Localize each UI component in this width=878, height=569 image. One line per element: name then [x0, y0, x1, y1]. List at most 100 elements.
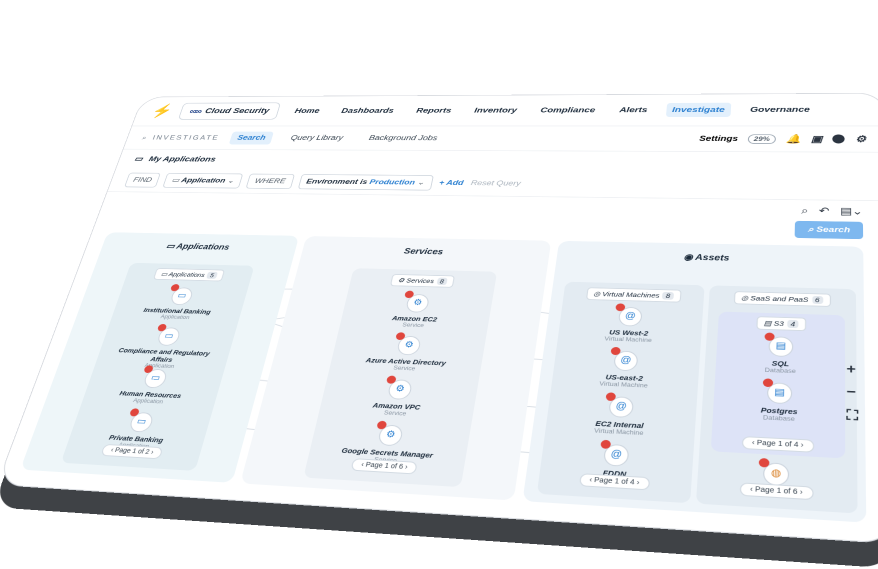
alert-badge [762, 378, 774, 388]
device-frame: ⚡ ∞∞ Cloud Security Home Dashboards Repo… [0, 93, 878, 544]
tab-query-library[interactable]: Query Library [282, 131, 351, 144]
nav-dashboards[interactable]: Dashboards [335, 104, 401, 118]
saas-paas-group: ◎ SaaS and PaaS 6 ▤ S3 4 ▤ SQL Database ▤ Pos… [695, 285, 858, 514]
nav-alerts[interactable]: Alerts [613, 103, 654, 117]
database-icon: ▤ [764, 332, 794, 358]
nav-reports[interactable]: Reports [410, 104, 458, 118]
s3-group: ▤ S3 4 ▤ SQL Database ▤ Postgres Database ‹ P… [710, 311, 846, 459]
settings-link[interactable]: Settings [699, 135, 738, 143]
alert-badge [610, 346, 621, 356]
applications-chip-count: 5 [206, 271, 218, 279]
alert-badge [615, 303, 626, 312]
zoom-in-button[interactable]: + [846, 361, 857, 376]
application-icon: ▭ [127, 408, 155, 433]
nav-compliance[interactable]: Compliance [534, 103, 602, 117]
alert-badge [143, 365, 154, 374]
reset-query-button[interactable]: Reset Query [470, 179, 521, 188]
entity-select[interactable]: ▭ Application ⌄ [162, 172, 244, 189]
vm-icon: @ [605, 392, 635, 419]
node-sql[interactable]: ▤ SQL Database [719, 332, 843, 377]
add-filter-button[interactable]: + Add [438, 179, 464, 187]
services-chip[interactable]: ⚙ Services 8 [389, 273, 455, 288]
vm-pager[interactable]: ‹ Page 1 of 4 › [578, 473, 651, 491]
node-human-resources[interactable]: ▭ Human Resources Application [96, 365, 210, 407]
vm-chip[interactable]: ◎ Virtual Machines 8 [585, 287, 682, 303]
main-nav: Home Dashboards Reports Inventory Compli… [288, 102, 816, 118]
s3-pager[interactable]: ‹ Page 1 of 4 › [741, 436, 815, 453]
brand-selector[interactable]: ∞∞ Cloud Security [177, 102, 281, 120]
alert-badge [129, 408, 141, 417]
virtual-machines-group: ◎ Virtual Machines 8 @ US West-2 Virtual Ma… [536, 281, 705, 504]
brand-mark-icon: ∞∞ [188, 106, 202, 116]
node-us-west-2[interactable]: @ US West-2 Virtual Machine [570, 303, 689, 346]
find-label: FIND [124, 172, 161, 188]
paas-chip[interactable]: ◎ SaaS and PaaS 6 [733, 291, 831, 307]
top-nav: ⚡ ∞∞ Cloud Security Home Dashboards Repo… [132, 94, 878, 126]
usage-pill[interactable]: 29% [747, 133, 776, 144]
nav-investigate[interactable]: Investigate [665, 102, 732, 118]
s3-chip-count: 4 [787, 319, 799, 329]
alert-badge [600, 439, 612, 449]
database-icon: ▤ [762, 378, 793, 405]
pager-label: Page 1 of 2 [113, 447, 151, 456]
applications-pager[interactable]: ‹ Page 1 of 2 › [100, 443, 164, 460]
page-title: My Applications [147, 155, 217, 164]
alert-badge [404, 290, 415, 299]
pager-label: Page 1 of 6 [364, 461, 404, 471]
nav-inventory[interactable]: Inventory [468, 104, 524, 118]
services-group: ⚙ Services 8 ⚙ Amazon EC2 Service ⚙ Azure Ac… [303, 268, 498, 488]
investigate-icon: ⌕ [141, 133, 150, 141]
paas-pager[interactable]: ‹ Page 1 of 6 › [739, 482, 814, 501]
filter-select[interactable]: Environment is Production ⌄ [297, 174, 434, 191]
application-icon: ▭ [142, 365, 169, 389]
undo-icon[interactable]: ↶ [819, 205, 830, 217]
zoom-out-button[interactable]: − [846, 384, 857, 400]
node-compliance[interactable]: ▭ Compliance and Regulatory Affairs Applic… [108, 323, 222, 372]
zoom-search-icon[interactable]: ⌕ [801, 205, 808, 217]
section-label: INVESTIGATE [151, 134, 221, 142]
save-icon[interactable]: ▤⌄ [840, 205, 863, 217]
nav-home[interactable]: Home [288, 104, 326, 117]
vm-icon: @ [615, 303, 643, 327]
node-amazon-vpc[interactable]: ⚙ Amazon VPC Service [339, 375, 458, 419]
graph-canvas: ▭ Applications ▭ Applications 5 ▭ Institut… [20, 232, 867, 523]
service-icon: ⚙ [404, 290, 431, 313]
where-label: WHERE [245, 173, 295, 190]
applications-chip[interactable]: ▭ Applications 5 [153, 268, 225, 282]
avatar[interactable] [832, 134, 845, 144]
assets-title-text: Assets [694, 253, 730, 264]
pager-label: Page 1 of 6 [754, 486, 798, 497]
applications-chip-label: Applications [167, 270, 206, 279]
pager-label: Page 1 of 4 [593, 477, 635, 487]
node-ec2-internal[interactable]: @ EC2 Internal Virtual Machine [558, 392, 682, 439]
search-button[interactable]: ⌕ Search [794, 220, 864, 240]
services-chip-count: 8 [436, 277, 448, 286]
services-pager[interactable]: ‹ Page 1 of 6 › [350, 458, 419, 475]
paas-chip-count: 6 [811, 295, 823, 305]
alert-badge [764, 332, 775, 341]
alert-badge [156, 323, 168, 332]
node-us-east-2[interactable]: @ US-east-2 Virtual Machine [564, 346, 686, 391]
paas-chip-label: SaaS and PaaS [750, 294, 809, 304]
tab-search[interactable]: Search [228, 131, 275, 145]
investigate-section: ⌕ INVESTIGATE [141, 134, 220, 142]
application-icon: ▭ [169, 284, 195, 306]
gift-icon[interactable]: ▣ [811, 134, 823, 144]
zoom-controls: + − ⛶ [846, 361, 858, 424]
fit-view-button[interactable]: ⛶ [846, 407, 858, 424]
bell-icon[interactable]: 🔔 [786, 134, 801, 144]
service-icon: ⚙ [386, 375, 414, 400]
vm-icon: @ [600, 439, 630, 467]
gear-icon[interactable]: ⚙ [855, 134, 866, 145]
header-tools: Settings 29% 🔔 ▣ ⚙ [699, 134, 866, 145]
node-postgres[interactable]: ▤ Postgres Database [716, 378, 843, 425]
node-azure-ad[interactable]: ⚙ Azure Active Directory Service [349, 332, 466, 374]
alert-badge [395, 332, 406, 341]
s3-chip[interactable]: ▤ S3 4 [755, 316, 807, 332]
s3-chip-label: S3 [773, 319, 784, 328]
filter-label: Environment is [305, 177, 369, 187]
nav-governance[interactable]: Governance [744, 102, 816, 117]
tab-background-jobs[interactable]: Background Jobs [360, 131, 446, 144]
node-amazon-ec2[interactable]: ⚙ Amazon EC2 Service [359, 290, 473, 331]
node-institutional-banking[interactable]: ▭ Institutional Banking Application [125, 284, 234, 322]
